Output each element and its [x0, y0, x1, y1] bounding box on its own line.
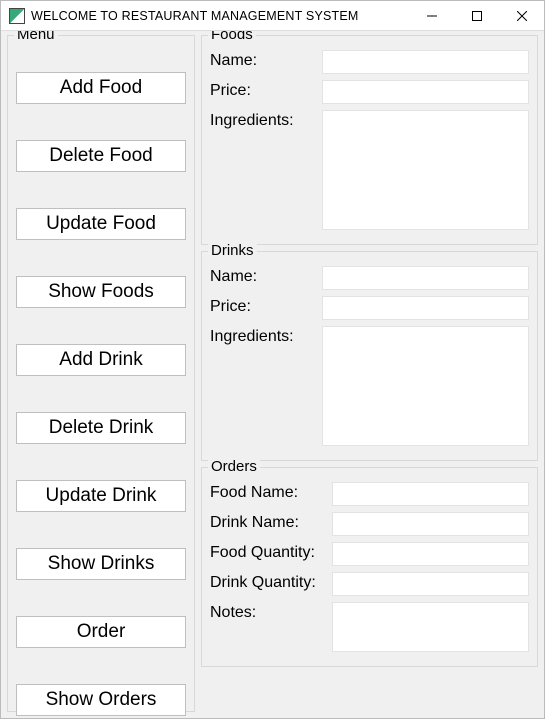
menu-button-list: Add Food Delete Food Update Food Show Fo…: [16, 50, 186, 716]
add-drink-button[interactable]: Add Drink: [16, 344, 186, 376]
update-food-button[interactable]: Update Food: [16, 208, 186, 240]
foods-ingredients-input[interactable]: [322, 110, 529, 230]
right-column: Foods Name: Price: Ingredients: Drinks N…: [201, 35, 538, 712]
drinks-price-label: Price:: [210, 296, 318, 316]
orders-legend: Orders: [208, 458, 260, 475]
delete-food-button[interactable]: Delete Food: [16, 140, 186, 172]
foods-name-input[interactable]: [322, 50, 529, 74]
show-drinks-button[interactable]: Show Drinks: [16, 548, 186, 580]
drinks-legend: Drinks: [208, 242, 257, 259]
orders-drink-name-input[interactable]: [332, 512, 529, 536]
foods-price-label: Price:: [210, 80, 318, 100]
foods-ingredients-label: Ingredients:: [210, 110, 318, 130]
orders-food-name-input[interactable]: [332, 482, 529, 506]
drinks-group: Drinks Name: Price: Ingredients:: [201, 251, 538, 461]
orders-notes-input[interactable]: [332, 602, 529, 652]
maximize-icon: [472, 11, 482, 21]
orders-drink-qty-label: Drink Quantity:: [210, 572, 328, 592]
add-food-button[interactable]: Add Food: [16, 72, 186, 104]
minimize-button[interactable]: [409, 1, 454, 30]
minimize-icon: [427, 11, 437, 21]
drinks-price-input[interactable]: [322, 296, 529, 320]
orders-group: Orders Food Name: Drink Name: Food Quant…: [201, 467, 538, 667]
orders-notes-label: Notes:: [210, 602, 328, 622]
titlebar: WELCOME TO RESTAURANT MANAGEMENT SYSTEM: [1, 1, 544, 31]
close-icon: [517, 11, 527, 21]
drinks-name-label: Name:: [210, 266, 318, 286]
window-title: WELCOME TO RESTAURANT MANAGEMENT SYSTEM: [31, 9, 409, 23]
update-drink-button[interactable]: Update Drink: [16, 480, 186, 512]
orders-food-qty-input[interactable]: [332, 542, 529, 566]
delete-drink-button[interactable]: Delete Drink: [16, 412, 186, 444]
app-icon: [9, 8, 25, 24]
drinks-ingredients-label: Ingredients:: [210, 326, 318, 346]
orders-food-qty-label: Food Quantity:: [210, 542, 328, 562]
order-button[interactable]: Order: [16, 616, 186, 648]
client-area: Menu Add Food Delete Food Update Food Sh…: [1, 31, 544, 718]
show-foods-button[interactable]: Show Foods: [16, 276, 186, 308]
foods-name-label: Name:: [210, 50, 318, 70]
app-window: WELCOME TO RESTAURANT MANAGEMENT SYSTEM …: [0, 0, 545, 719]
orders-drink-qty-input[interactable]: [332, 572, 529, 596]
show-orders-button[interactable]: Show Orders: [16, 684, 186, 716]
menu-group: Menu Add Food Delete Food Update Food Sh…: [7, 35, 195, 712]
foods-group: Foods Name: Price: Ingredients:: [201, 35, 538, 245]
window-controls: [409, 1, 544, 30]
close-button[interactable]: [499, 1, 544, 30]
orders-drink-name-label: Drink Name:: [210, 512, 328, 532]
maximize-button[interactable]: [454, 1, 499, 30]
menu-legend: Menu: [14, 31, 58, 43]
foods-legend: Foods: [208, 31, 256, 43]
orders-food-name-label: Food Name:: [210, 482, 328, 502]
foods-price-input[interactable]: [322, 80, 529, 104]
drinks-ingredients-input[interactable]: [322, 326, 529, 446]
drinks-name-input[interactable]: [322, 266, 529, 290]
